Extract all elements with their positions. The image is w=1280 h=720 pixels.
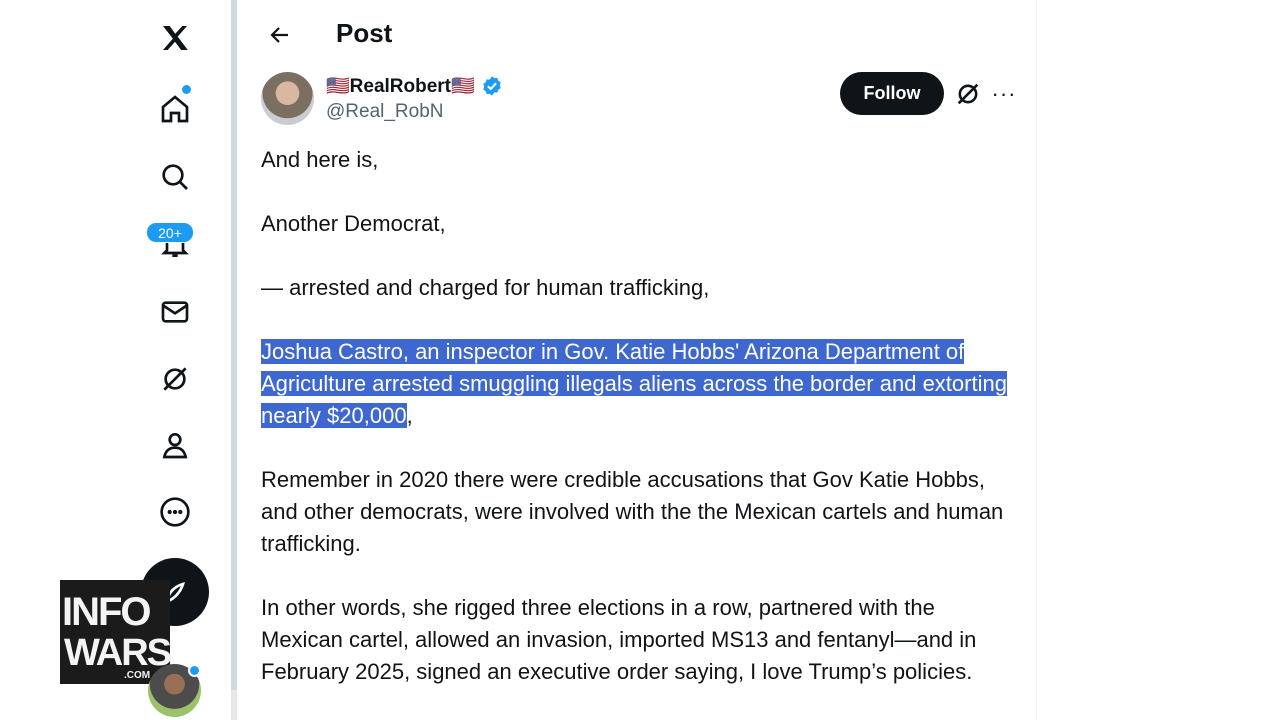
author-display-name[interactable]: 🇺🇸RealRobert🇺🇸 bbox=[326, 74, 475, 98]
messages-icon[interactable] bbox=[152, 289, 198, 335]
scrollbar-thumb[interactable] bbox=[231, 0, 237, 690]
infowars-watermark: INFO WARS .COM bbox=[60, 580, 172, 684]
more-menu-button[interactable]: ··· bbox=[990, 80, 1018, 108]
selected-text[interactable]: Joshua Castro, an inspector in Gov. Kati… bbox=[261, 339, 1007, 428]
post-paragraph-2: Another Democrat, bbox=[261, 211, 446, 236]
post-paragraph-1: And here is, bbox=[261, 147, 379, 172]
post-paragraph-5: Remember in 2020 there were credible acc… bbox=[261, 467, 1004, 556]
post-paragraph-4: Joshua Castro, an inspector in Gov. Kati… bbox=[261, 336, 1021, 432]
more-options-icon[interactable] bbox=[152, 489, 198, 535]
page-title: Post bbox=[336, 18, 393, 48]
watermark-line2: WARS bbox=[64, 632, 172, 674]
profile-icon[interactable] bbox=[152, 422, 198, 468]
author-handle[interactable]: @Real_RobN bbox=[326, 101, 444, 123]
grok-icon[interactable] bbox=[152, 356, 198, 402]
back-button[interactable] bbox=[263, 18, 297, 52]
account-unread-dot bbox=[188, 664, 201, 677]
post-paragraph-3: — arrested and charged for human traffic… bbox=[261, 275, 710, 300]
post-paragraph-6: In other words, she rigged three electio… bbox=[261, 595, 977, 684]
author-name-row[interactable]: 🇺🇸RealRobert🇺🇸 bbox=[326, 74, 503, 98]
sidebar-nav: 20+ INFO WARS .COM bbox=[0, 0, 232, 720]
notifications-badge: 20+ bbox=[146, 222, 194, 243]
column-divider bbox=[1036, 0, 1037, 720]
x-logo-icon[interactable] bbox=[152, 15, 198, 61]
selected-text-suffix: , bbox=[406, 403, 413, 428]
follow-button[interactable]: Follow bbox=[840, 72, 944, 115]
author-avatar[interactable] bbox=[261, 72, 314, 125]
grok-explain-icon[interactable] bbox=[954, 80, 982, 108]
watermark-line1: INFO bbox=[62, 590, 152, 634]
post-text: And here is, Another Democrat, — arreste… bbox=[261, 144, 1021, 720]
home-unread-dot bbox=[180, 83, 193, 96]
search-icon[interactable] bbox=[152, 154, 198, 200]
home-icon[interactable] bbox=[152, 83, 198, 132]
verified-badge-icon[interactable] bbox=[481, 75, 503, 97]
watermark-line3: .COM bbox=[124, 670, 151, 681]
arrow-left-icon bbox=[270, 27, 288, 43]
post-header: Post bbox=[237, 0, 1036, 70]
account-avatar[interactable] bbox=[148, 664, 201, 717]
